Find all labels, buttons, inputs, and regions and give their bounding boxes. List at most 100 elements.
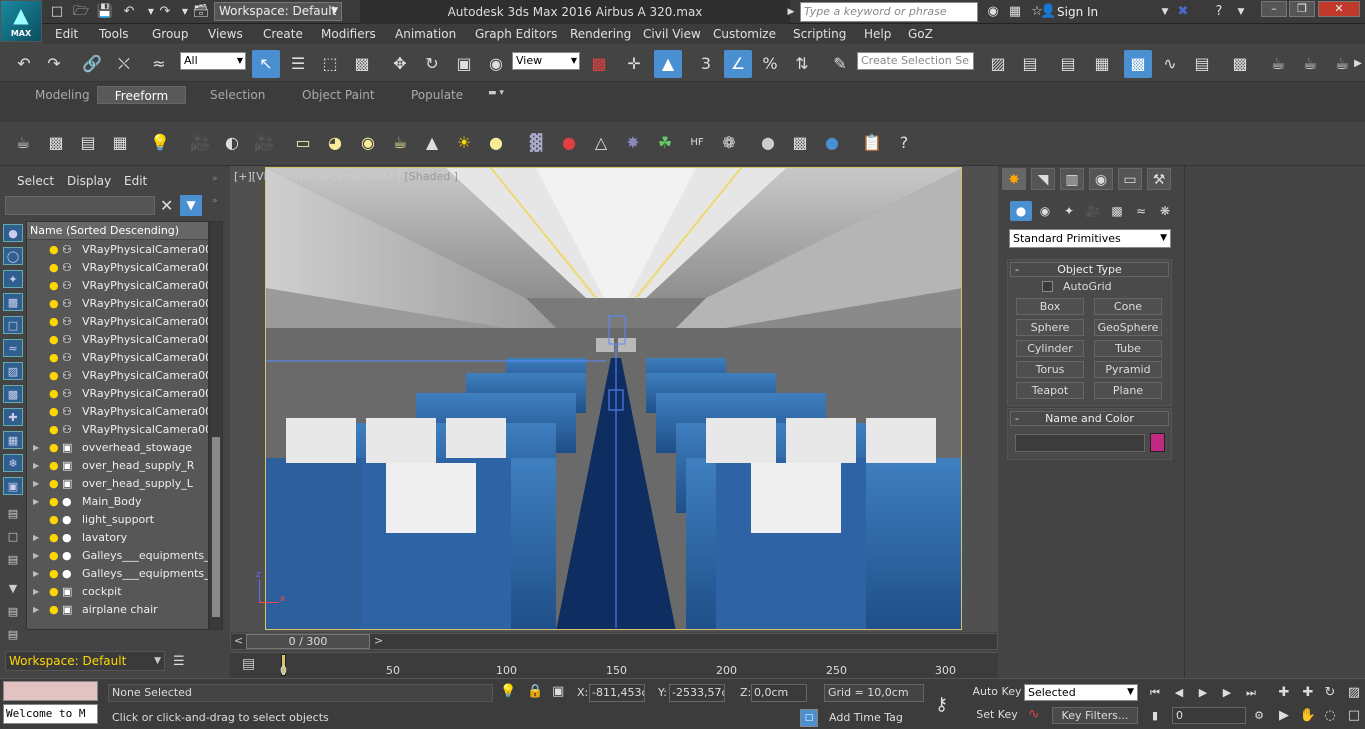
menu-customize[interactable]: Customize bbox=[713, 26, 776, 42]
named-selection-dropdown[interactable]: Create Selection Se bbox=[857, 52, 974, 70]
cylinder-button[interactable]: Cylinder bbox=[1016, 340, 1084, 357]
vray-material-icon[interactable]: ● bbox=[819, 130, 845, 156]
absolute-mode-icon[interactable]: ▣ bbox=[552, 684, 564, 699]
menu-rendering[interactable]: Rendering bbox=[570, 26, 631, 42]
save-icon[interactable]: 💾 bbox=[96, 3, 114, 21]
display-geometry-icon[interactable]: ● bbox=[3, 224, 23, 242]
light-bulb-icon[interactable]: ● bbox=[49, 439, 59, 457]
display-groups-icon[interactable]: ▨ bbox=[3, 362, 23, 380]
camera-icon[interactable]: 🎥 bbox=[187, 130, 213, 156]
bind-space-warp-icon[interactable]: ≈ bbox=[145, 50, 173, 78]
redo-icon[interactable]: ↷ bbox=[40, 50, 68, 78]
light-bulb-icon[interactable]: ● bbox=[49, 385, 59, 403]
align-icon[interactable]: ▤ bbox=[1016, 50, 1044, 78]
expand-arrow-icon[interactable]: ▶ bbox=[33, 439, 39, 457]
key-mode-toggle-icon[interactable]: ▮ bbox=[1146, 707, 1164, 724]
zoom-icon[interactable]: ✚ bbox=[1274, 684, 1294, 702]
rotate-icon[interactable]: ↻ bbox=[418, 50, 446, 78]
maxscript-mini-listener[interactable]: Welcome to M bbox=[3, 704, 98, 724]
dome-light-icon[interactable]: ◕ bbox=[322, 130, 348, 156]
binoculars-icon[interactable]: ◉ bbox=[984, 3, 1002, 21]
menu-goz[interactable]: GoZ bbox=[908, 26, 933, 42]
clipboard-icon[interactable]: 📋 bbox=[859, 130, 885, 156]
light-bulb-icon[interactable]: ● bbox=[49, 259, 59, 277]
vray-fur-icon[interactable]: ☘ bbox=[652, 130, 678, 156]
reference-coordinate-dropdown[interactable]: View ▼ bbox=[512, 52, 580, 70]
light-bulb-icon[interactable]: ● bbox=[49, 475, 59, 493]
menu-tools[interactable]: Tools bbox=[99, 26, 129, 42]
percent-snap-icon[interactable]: % bbox=[756, 50, 784, 78]
app-menu-button[interactable]: ▲ MAX bbox=[0, 0, 42, 42]
spinner-snap-icon[interactable]: ⇅ bbox=[788, 50, 816, 78]
plane-light-icon[interactable]: ▭ bbox=[290, 130, 316, 156]
display-spacewarps-icon[interactable]: ≈ bbox=[3, 339, 23, 357]
display-shapes-icon[interactable]: ◯ bbox=[3, 247, 23, 265]
unlink-icon[interactable]: ⛌ bbox=[110, 50, 138, 78]
list-item[interactable]: ● ● light_support bbox=[27, 511, 208, 529]
teapot-icon[interactable]: ☕ bbox=[10, 130, 36, 156]
hair-icon[interactable]: ❁ bbox=[716, 130, 742, 156]
window-crossing-icon[interactable]: ▩ bbox=[348, 50, 376, 78]
mesh-light-icon[interactable]: ☕ bbox=[387, 130, 413, 156]
menu-views[interactable]: Views bbox=[208, 26, 243, 42]
geometry-icon[interactable]: ● bbox=[1010, 201, 1032, 221]
list-item[interactable]: ● ⚇ VRayPhysicalCamera002 bbox=[27, 385, 208, 403]
scrollbar-thumb[interactable] bbox=[212, 437, 220, 617]
vray-camera-icon[interactable]: 🎥 bbox=[251, 130, 277, 156]
expand-arrow-icon[interactable]: ▶ bbox=[33, 601, 39, 619]
list-item[interactable]: ● ⚇ VRayPhysicalCamera001 bbox=[27, 421, 208, 439]
auto-key-button[interactable]: Auto Key bbox=[972, 684, 1022, 702]
toggle-scene-explorer-icon[interactable]: ▩ bbox=[1124, 50, 1152, 78]
scene-explorer-menu-display[interactable]: Display bbox=[67, 174, 111, 188]
display-helpers-icon[interactable]: □ bbox=[3, 316, 23, 334]
display-lights-icon[interactable]: ✦ bbox=[3, 270, 23, 288]
previous-frame-icon[interactable]: ◀ bbox=[1170, 684, 1188, 701]
cameras-icon[interactable]: 🎥 bbox=[1082, 201, 1104, 221]
list-item[interactable]: ▶ ●● Galleys___equipments_ba bbox=[27, 565, 208, 583]
expand-arrow-icon[interactable]: ▶ bbox=[33, 493, 39, 511]
light-bulb-icon[interactable]: 💡 bbox=[147, 130, 173, 156]
field-of-view-icon[interactable]: ▶ bbox=[1274, 707, 1294, 725]
manipulate-icon[interactable]: ✛ bbox=[620, 50, 648, 78]
mirror-icon[interactable]: ▨ bbox=[984, 50, 1012, 78]
x-coord-field[interactable]: -811,453cr bbox=[589, 684, 645, 702]
scene-explorer-more-icon[interactable]: » bbox=[212, 196, 218, 206]
menu-scripting[interactable]: Scripting bbox=[793, 26, 846, 42]
time-slider-next[interactable]: > bbox=[374, 634, 383, 647]
light-bulb-icon[interactable]: ● bbox=[49, 547, 59, 565]
viewport-label[interactable]: [+][VRayPhysicalCamera002 ] [Shaded ] bbox=[234, 170, 458, 183]
menu-help[interactable]: Help bbox=[864, 26, 891, 42]
help-icon[interactable]: ? bbox=[1210, 3, 1228, 21]
light-bulb-icon[interactable]: ● bbox=[49, 565, 59, 583]
time-slider-thumb[interactable]: 0 / 300 bbox=[246, 634, 370, 649]
list-item[interactable]: ▶ ● ▣ cockpit bbox=[27, 583, 208, 601]
sphere-fade-icon[interactable]: ✸ bbox=[620, 130, 646, 156]
light-bulb-icon[interactable]: ● bbox=[49, 367, 59, 385]
cone-button[interactable]: Cone bbox=[1094, 298, 1162, 315]
tab-populate[interactable]: Populate bbox=[405, 86, 469, 104]
space-warps-icon[interactable]: ≈ bbox=[1130, 201, 1152, 221]
fur-icon[interactable]: ▓ bbox=[523, 130, 549, 156]
help-dropdown-icon[interactable]: ▼ bbox=[1232, 3, 1250, 21]
layer-manager-icon[interactable]: ▤ bbox=[1054, 50, 1082, 78]
title-expand-icon[interactable]: ▶ bbox=[782, 3, 800, 21]
snap-toggle-icon[interactable]: 3 bbox=[692, 50, 720, 78]
systems-icon[interactable]: ❋ bbox=[1154, 201, 1176, 221]
zoom-extents-all-icon[interactable]: ▨ bbox=[1344, 684, 1364, 702]
z-coord-field[interactable]: 0,0cm bbox=[751, 684, 807, 702]
tab-selection[interactable]: Selection bbox=[204, 86, 271, 104]
shapes-icon[interactable]: ◉ bbox=[1034, 201, 1056, 221]
object-properties-icon[interactable]: ▩ bbox=[787, 130, 813, 156]
display-hidden-icon[interactable]: ▣ bbox=[3, 477, 23, 495]
list-item[interactable]: ●⚇ VRayPhysicalCamera004.T bbox=[27, 295, 208, 313]
layer-explorer-icon[interactable]: ▦ bbox=[1088, 50, 1116, 78]
undo-icon[interactable]: ↶ bbox=[120, 3, 138, 21]
lights-icon[interactable]: ✦ bbox=[1058, 201, 1080, 221]
expand-arrow-icon[interactable]: ▶ bbox=[33, 475, 39, 493]
pyramid-button[interactable]: Pyramid bbox=[1094, 361, 1162, 378]
clear-search-icon[interactable]: ✕ bbox=[160, 196, 173, 215]
menu-group[interactable]: Group bbox=[152, 26, 189, 42]
column-header-name[interactable]: Name (Sorted Descending) bbox=[27, 222, 208, 240]
redo-icon[interactable]: ↷ bbox=[156, 3, 174, 21]
maximize-viewport-icon[interactable]: □ bbox=[1344, 707, 1364, 725]
